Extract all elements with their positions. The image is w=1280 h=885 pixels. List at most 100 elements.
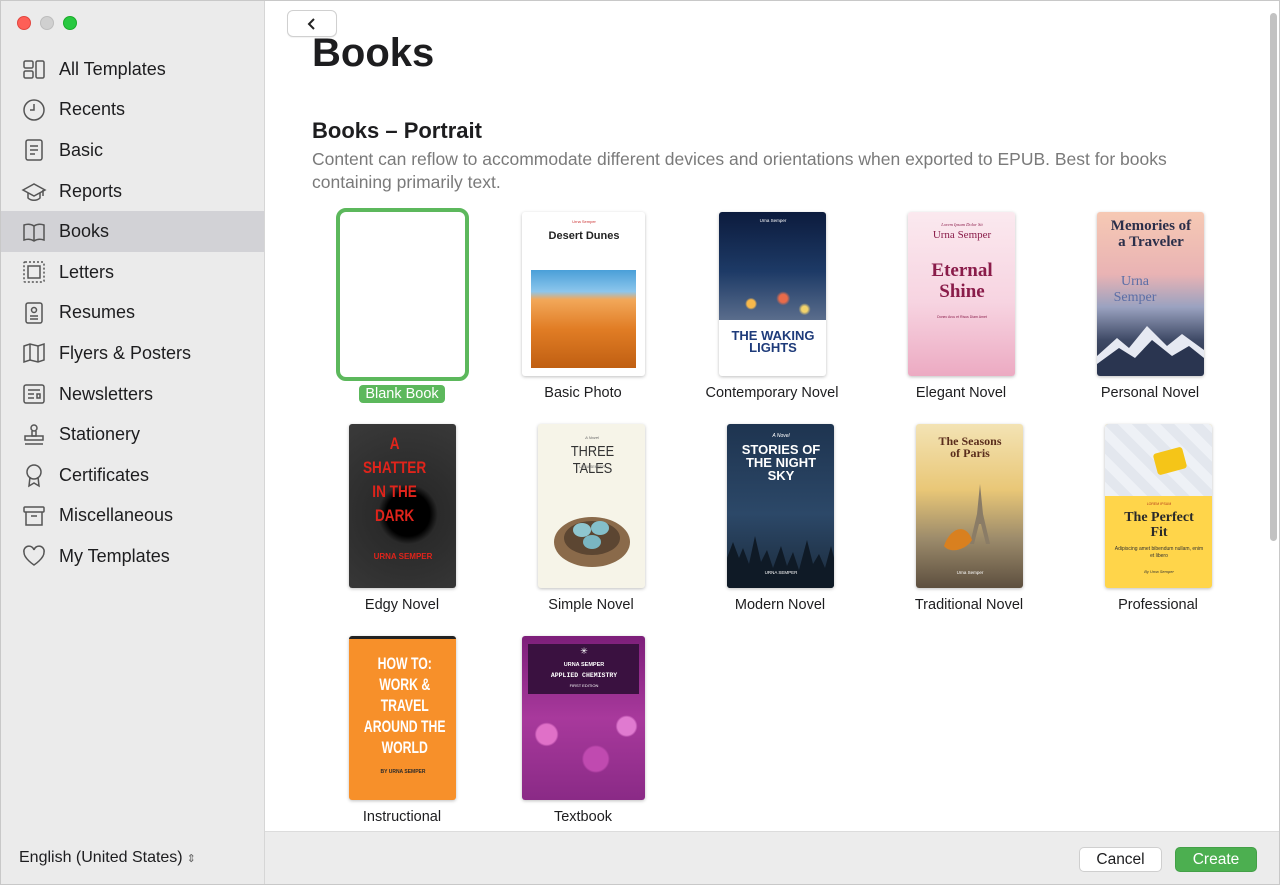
template-instructional[interactable]: HOW TO: WORK & TRAVEL AROUND THE WORLD B…	[312, 636, 492, 826]
template-label: Modern Novel	[734, 597, 826, 613]
template-thumbnail: ✳ URNA SEMPER APPLIED CHEMISTRY FIRST ED…	[521, 636, 645, 800]
atom-icon: ✳	[580, 646, 588, 656]
template-edgy-novel[interactable]: A SHATTER IN THE DARK URNA SEMPER Edgy N…	[312, 424, 492, 614]
sidebar-item-label: Reports	[59, 180, 123, 201]
sidebar-item-label: Miscellaneous	[59, 505, 174, 526]
template-blank-book[interactable]: Blank Book	[312, 208, 492, 403]
language-label: English (United States)	[19, 849, 183, 866]
language-selector[interactable]: English (United States) ⇕	[19, 849, 196, 867]
mountain-illustration	[1096, 326, 1204, 376]
chevron-left-icon	[307, 17, 315, 30]
template-chooser-window: All Templates Recents Basic Reports Book…	[0, 0, 1280, 885]
template-label: Textbook	[553, 809, 613, 825]
template-label: Contemporary Novel	[705, 385, 839, 401]
book-icon	[21, 219, 47, 245]
sidebar-item-resumes[interactable]: Resumes	[1, 293, 264, 334]
template-textbook[interactable]: ✳ URNA SEMPER APPLIED CHEMISTRY FIRST ED…	[493, 636, 673, 826]
up-down-chevron-icon: ⇕	[186, 852, 196, 865]
template-professional[interactable]: LOREM IPSUM The Perfect Fit Adipiscing a…	[1068, 424, 1248, 614]
sidebar-item-label: Stationery	[59, 424, 141, 445]
template-contemporary-novel[interactable]: Urna Semper THE WAKING LIGHTS Contempora…	[682, 212, 862, 402]
minimize-window-button[interactable]	[40, 16, 54, 30]
sidebar-item-label: Resumes	[59, 302, 136, 323]
ribbon-icon	[21, 462, 47, 488]
sidebar-item-basic[interactable]: Basic	[1, 130, 264, 171]
sidebar-item-letters[interactable]: Letters	[1, 252, 264, 293]
window-controls	[17, 16, 77, 30]
create-button[interactable]: Create	[1175, 847, 1257, 872]
sidebar-item-reports[interactable]: Reports	[1, 171, 264, 212]
sidebar-item-stationery[interactable]: Stationery	[1, 414, 264, 455]
template-thumbnail	[335, 208, 469, 381]
section-description: Content can reflow to accommodate differ…	[312, 149, 1167, 192]
archive-box-icon	[21, 503, 47, 529]
map-icon	[21, 340, 47, 366]
template-basic-photo[interactable]: Urna Semper Desert Dunes Basic Photo	[493, 212, 673, 402]
template-gallery: Books Books – Portrait Content can reflo…	[265, 1, 1279, 831]
sidebar-item-books[interactable]: Books	[1, 211, 264, 252]
template-thumbnail: A Novel THREE TALES URNA SEMPER	[537, 424, 645, 588]
template-elegant-novel[interactable]: Lorem Ipsum Dolor Sit Urna Semper Eterna…	[871, 212, 1051, 402]
sidebar-item-recents[interactable]: Recents	[1, 90, 264, 131]
template-traditional-novel[interactable]: The Seasons of Paris Urna Semper Traditi…	[879, 424, 1059, 614]
stamp-letter-icon	[21, 259, 47, 285]
template-modern-novel[interactable]: A Novel STORIES OF THE NIGHT SKY URNA SE…	[690, 424, 870, 614]
grid-icon	[21, 56, 47, 82]
template-thumbnail: Memories of a Traveler Urna Semper	[1096, 212, 1204, 376]
template-label: Blank Book	[359, 385, 445, 403]
template-thumbnail: Urna Semper THE WAKING LIGHTS	[718, 212, 826, 376]
template-thumbnail: HOW TO: WORK & TRAVEL AROUND THE WORLD B…	[348, 636, 456, 800]
sidebar-item-label: Newsletters	[59, 383, 154, 404]
template-thumbnail: The Seasons of Paris Urna Semper	[915, 424, 1023, 588]
sidebar-item-my-templates[interactable]: My Templates	[1, 536, 264, 577]
template-label: Simple Novel	[548, 597, 634, 613]
forest-silhouette	[726, 536, 834, 588]
sidebar-item-label: All Templates	[59, 58, 166, 79]
graduation-cap-icon	[21, 178, 47, 204]
clock-icon	[21, 97, 47, 123]
template-thumbnail: A Novel STORIES OF THE NIGHT SKY URNA SE…	[726, 424, 834, 588]
template-label: Professional	[1118, 597, 1198, 613]
page-title: Books	[312, 31, 435, 75]
sidebar-item-flyers-posters[interactable]: Flyers & Posters	[1, 333, 264, 374]
vertical-scrollbar[interactable]	[1270, 13, 1277, 541]
sidebar-item-label: Books	[59, 221, 110, 242]
close-window-button[interactable]	[17, 16, 31, 30]
sidebar-item-label: My Templates	[59, 545, 170, 566]
document-icon	[21, 137, 47, 163]
template-thumbnail: Urna Semper Desert Dunes	[521, 212, 645, 376]
sidebar-item-label: Recents	[59, 99, 126, 120]
zoom-window-button[interactable]	[63, 16, 77, 30]
sidebar-item-label: Letters	[59, 261, 115, 282]
sidebar-item-label: Certificates	[59, 464, 150, 485]
template-label: Edgy Novel	[364, 597, 440, 613]
section-title: Books – Portrait	[312, 118, 482, 143]
template-personal-novel[interactable]: Memories of a Traveler Urna Semper Perso…	[1060, 212, 1240, 402]
template-simple-novel[interactable]: A Novel THREE TALES URNA SEMPER Simple N…	[501, 424, 681, 614]
newsletter-icon	[21, 381, 47, 407]
bird-nest-illustration	[553, 517, 630, 567]
cancel-button[interactable]: Cancel	[1079, 847, 1162, 872]
sidebar-item-newsletters[interactable]: Newsletters	[1, 374, 264, 415]
footer-bar: Cancel Create	[265, 831, 1279, 884]
eiffel-tower-illustration	[943, 484, 990, 551]
template-label: Traditional Novel	[914, 597, 1024, 613]
sidebar: All Templates Recents Basic Reports Book…	[1, 1, 265, 884]
rubber-stamp-icon	[21, 422, 47, 448]
template-label: Elegant Novel	[915, 385, 1007, 401]
template-label: Basic Photo	[544, 385, 622, 401]
resume-icon	[21, 300, 47, 326]
desert-photo	[530, 270, 636, 368]
template-label: Instructional	[362, 809, 442, 825]
sidebar-item-all-templates[interactable]: All Templates	[1, 49, 264, 90]
sidebar-item-label: Flyers & Posters	[59, 342, 192, 363]
template-label: Personal Novel	[1100, 385, 1200, 401]
heart-icon	[21, 543, 47, 569]
sidebar-item-miscellaneous[interactable]: Miscellaneous	[1, 496, 264, 537]
category-list: All Templates Recents Basic Reports Book…	[1, 49, 264, 577]
sidebar-item-certificates[interactable]: Certificates	[1, 455, 264, 496]
template-thumbnail: LOREM IPSUM The Perfect Fit Adipiscing a…	[1104, 424, 1212, 588]
sidebar-item-label: Basic	[59, 139, 104, 160]
template-thumbnail: A SHATTER IN THE DARK URNA SEMPER	[348, 424, 456, 588]
template-thumbnail: Lorem Ipsum Dolor Sit Urna Semper Eterna…	[907, 212, 1015, 376]
